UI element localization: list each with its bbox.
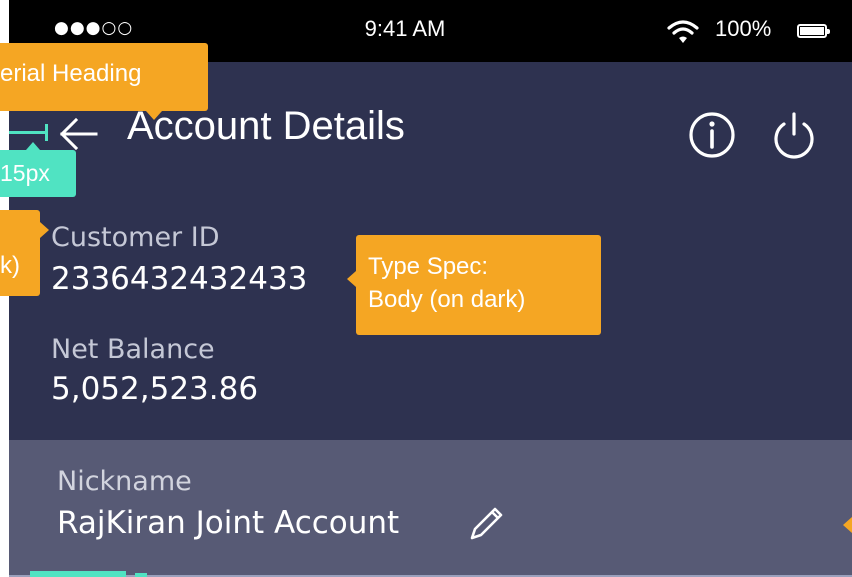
battery-percentage: 100%	[715, 16, 772, 41]
nickname-section: Nickname RajKiran Joint Account	[9, 440, 852, 577]
power-icon[interactable]	[769, 108, 819, 160]
net-balance-label: Net Balance	[51, 334, 215, 365]
info-icon[interactable]	[687, 110, 737, 160]
annotation-left-box: k)	[0, 210, 40, 296]
annotation-type-spec-line2: Body (on dark)	[368, 286, 526, 313]
annotation-type-spec-box: Type Spec: Body (on dark)	[356, 235, 601, 335]
annotation-bottom-box	[30, 571, 126, 577]
spacing-measure-tick	[45, 124, 48, 141]
annotation-type-spec-pointer	[347, 271, 356, 287]
annotation-type-spec-line1: Type Spec:	[368, 253, 489, 280]
battery-icon	[797, 24, 830, 38]
spacing-pointer	[26, 142, 40, 150]
annotation-spacing-box: 15px	[0, 150, 76, 197]
annotation-spacing-text: 15px	[0, 160, 50, 186]
net-balance-value: 5,052,523.86	[51, 371, 259, 407]
annotation-bottom-marker	[135, 573, 147, 577]
spacing-measure-line	[9, 131, 47, 134]
nickname-label: Nickname	[57, 466, 192, 497]
edit-pencil-icon[interactable]	[464, 502, 508, 546]
annotation-right-pointer	[843, 517, 852, 533]
annotation-heading-box: erial Heading	[0, 43, 208, 111]
wifi-icon	[667, 20, 699, 43]
nickname-value: RajKiran Joint Account	[57, 505, 400, 541]
customer-id-value: 2336432432433	[51, 261, 308, 297]
annotation-left-pointer	[40, 222, 49, 238]
annotation-heading-text: erial Heading	[0, 60, 142, 87]
annotation-left-text: k)	[0, 252, 20, 279]
annotation-heading-pointer	[146, 111, 162, 120]
customer-id-label: Customer ID	[51, 222, 220, 253]
